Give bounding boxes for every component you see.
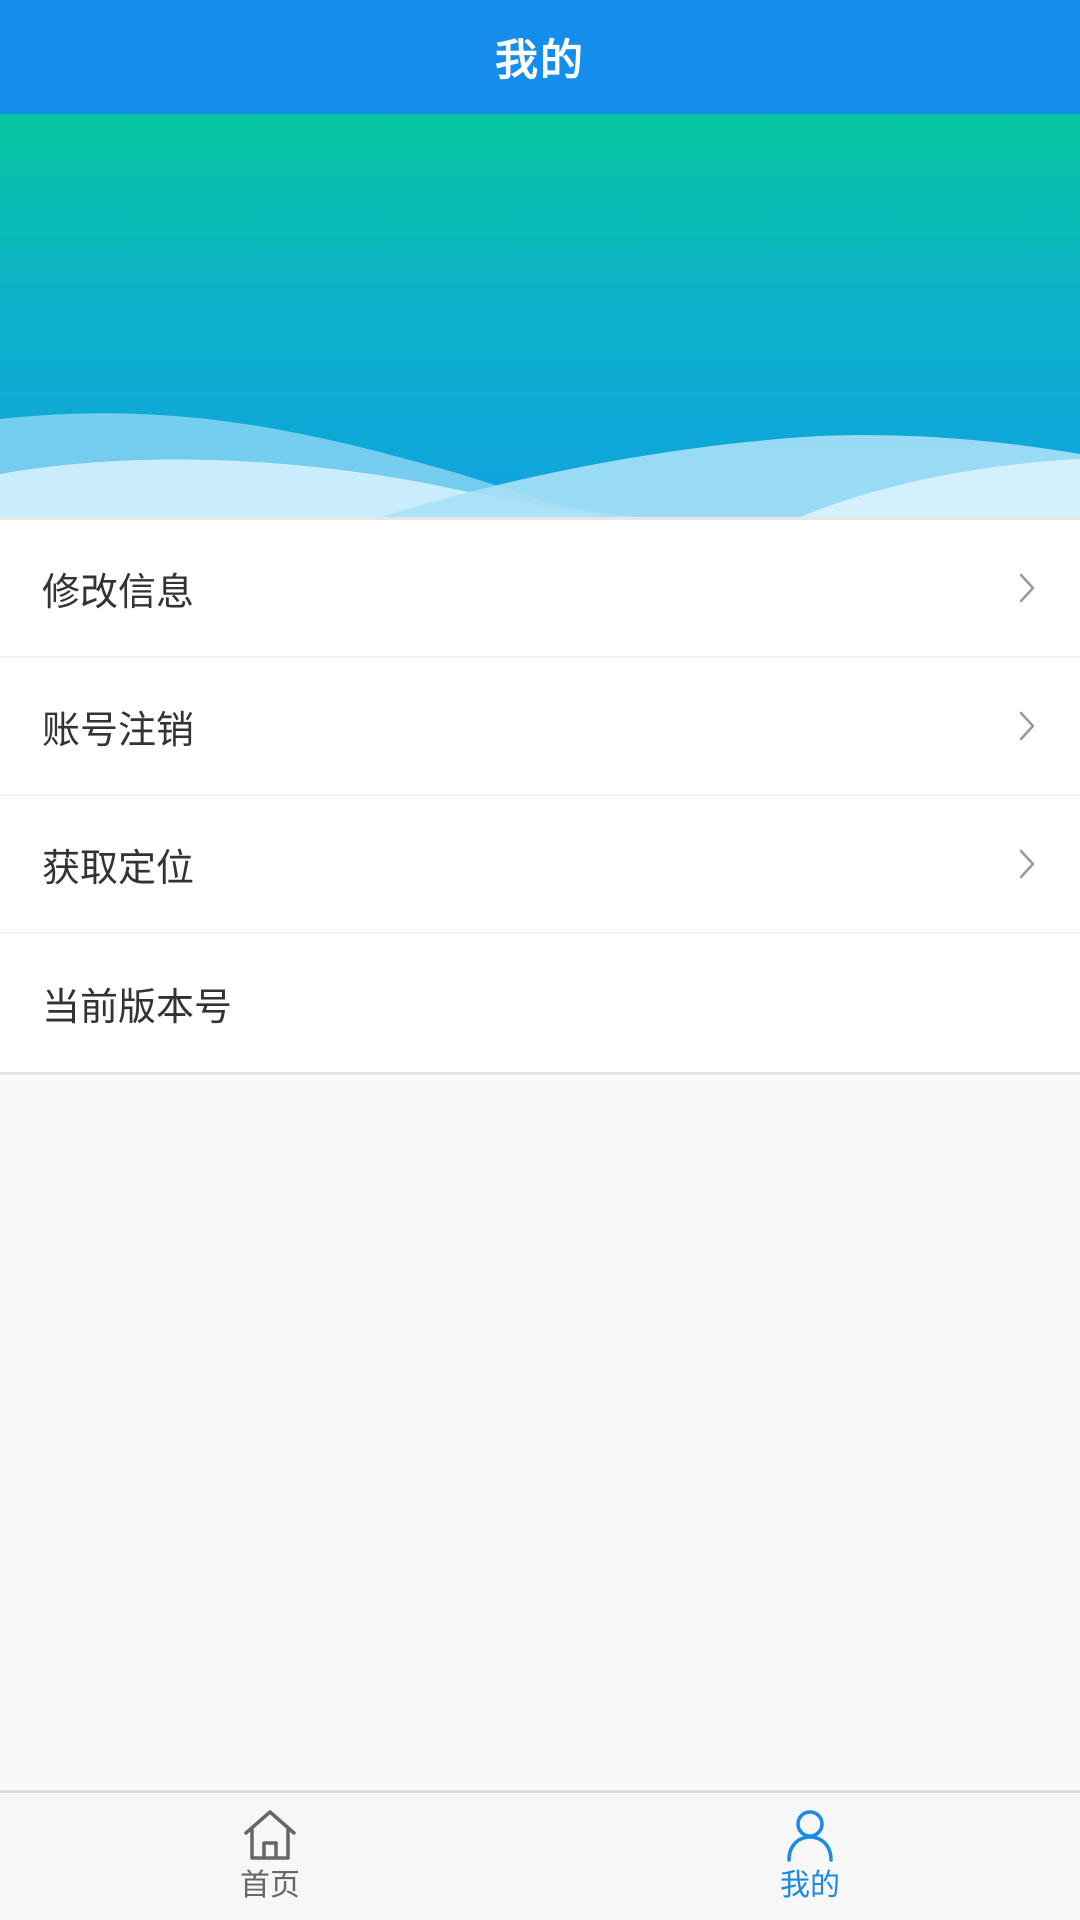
menu-item-get-location[interactable]: 获取定位 [0, 796, 1080, 934]
user-icon [780, 1807, 840, 1863]
tab-mine[interactable]: 我的 [540, 1793, 1080, 1920]
wave-decoration [0, 413, 1080, 517]
tab-home[interactable]: 首页 [0, 1793, 540, 1920]
menu-item-account-cancel[interactable]: 账号注销 [0, 658, 1080, 796]
bottom-tab-bar: 首页 我的 [0, 1790, 1080, 1920]
home-icon [240, 1807, 300, 1863]
profile-banner [0, 114, 1080, 517]
menu-item-edit-info[interactable]: 修改信息 [0, 520, 1080, 658]
chevron-right-icon [1012, 706, 1042, 746]
chevron-right-icon [1012, 568, 1042, 608]
menu-item-label: 修改信息 [42, 569, 195, 614]
menu-item-version: 当前版本号 [0, 934, 1080, 1072]
tab-label: 首页 [240, 1868, 300, 1903]
menu-item-label: 当前版本号 [42, 984, 233, 1029]
top-header: 我的 [0, 0, 1080, 114]
tab-label: 我的 [780, 1868, 840, 1903]
menu-item-label: 账号注销 [42, 707, 195, 752]
menu-item-label: 获取定位 [42, 845, 195, 890]
chevron-right-icon [1012, 844, 1042, 884]
settings-menu: 修改信息 账号注销 获取定位 当前版本号 [0, 517, 1080, 1075]
profile-page: 我的 修改信息 账号注销 获取定位 当前版本号 首页 我的 [0, 0, 1080, 1920]
page-title: 我的 [495, 36, 585, 86]
